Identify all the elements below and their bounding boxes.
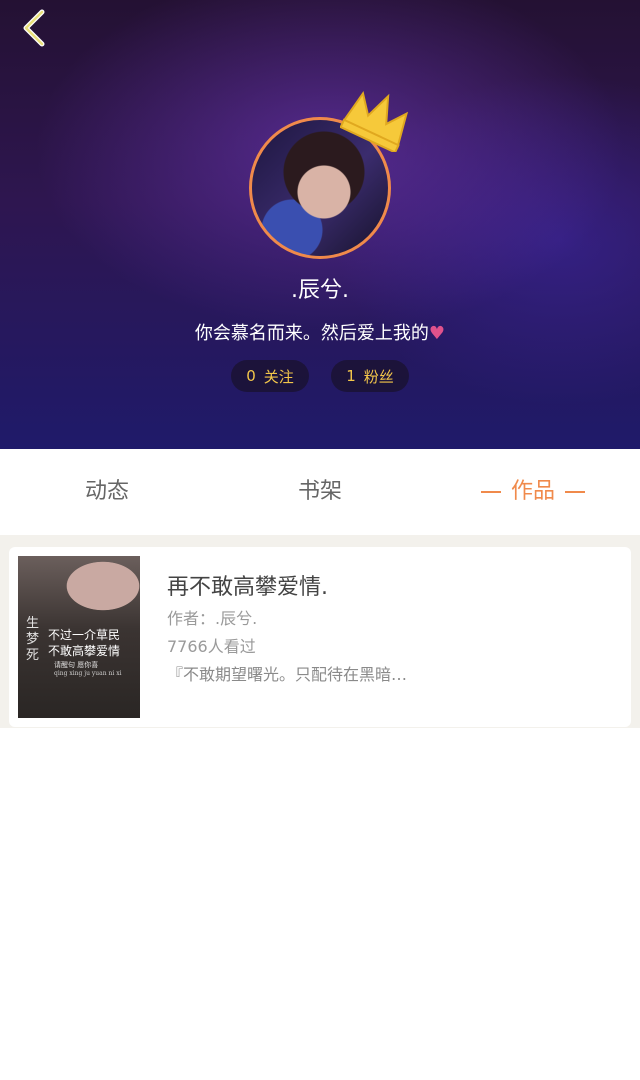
cover-line-4: qing xing ju yuan ni xi — [54, 670, 122, 677]
fans-count-button[interactable]: 1 粉丝 — [331, 360, 409, 392]
cover-line-1: 不过一介草民 — [48, 628, 121, 642]
book-views: 7766人看过 — [167, 637, 256, 656]
profile-tabs: 动态 书架 作品 — [0, 449, 640, 535]
profile-header: .辰兮. 你会慕名而来。然后爱上我的♥ 0 关注 1 粉丝 — [0, 0, 640, 449]
fans-count: 1 — [346, 367, 356, 385]
crown-icon — [340, 90, 409, 152]
tab-works[interactable]: 作品 — [466, 449, 600, 535]
cover-line-3: 请醒句 愿你喜 — [54, 661, 99, 669]
works-list: 生梦死 不过一介草民 不敢高攀爱情 请醒句 愿你喜 qing xing ju y… — [0, 535, 640, 728]
cover-line-2: 不敢高攀爱情 — [48, 644, 121, 658]
book-title: 再不敢高攀爱情. — [167, 575, 328, 600]
tab-works-label: 作品 — [510, 479, 555, 504]
following-count: 0 — [246, 367, 256, 385]
tab-dynamics[interactable]: 动态 — [40, 449, 174, 535]
book-excerpt: 『不敢期望曙光。只配待在黑暗… — [167, 665, 408, 684]
profile-nickname: .辰兮. — [291, 278, 349, 303]
tab-bookshelf[interactable]: 书架 — [253, 449, 387, 535]
cover-vertical-text: 生梦死 — [26, 616, 40, 663]
back-icon — [23, 9, 45, 47]
book-cover: 生梦死 不过一介草民 不敢高攀爱情 请醒句 愿你喜 qing xing ju y… — [18, 556, 140, 718]
fans-label: 粉丝 — [363, 367, 394, 386]
heart-icon: ♥ — [428, 323, 446, 344]
book-author: 作者：.辰兮. — [167, 609, 258, 628]
active-tab-dash-right — [565, 491, 585, 493]
book-card[interactable]: 生梦死 不过一介草民 不敢高攀爱情 请醒句 愿你喜 qing xing ju y… — [9, 547, 631, 727]
following-label: 关注 — [263, 367, 294, 386]
active-tab-dash-left — [480, 491, 501, 493]
following-count-button[interactable]: 0 关注 — [231, 360, 309, 392]
back-button[interactable] — [14, 4, 58, 52]
signature-text: 你会慕名而来。然后爱上我的 — [194, 323, 429, 344]
profile-signature: 你会慕名而来。然后爱上我的♥ — [0, 319, 640, 345]
